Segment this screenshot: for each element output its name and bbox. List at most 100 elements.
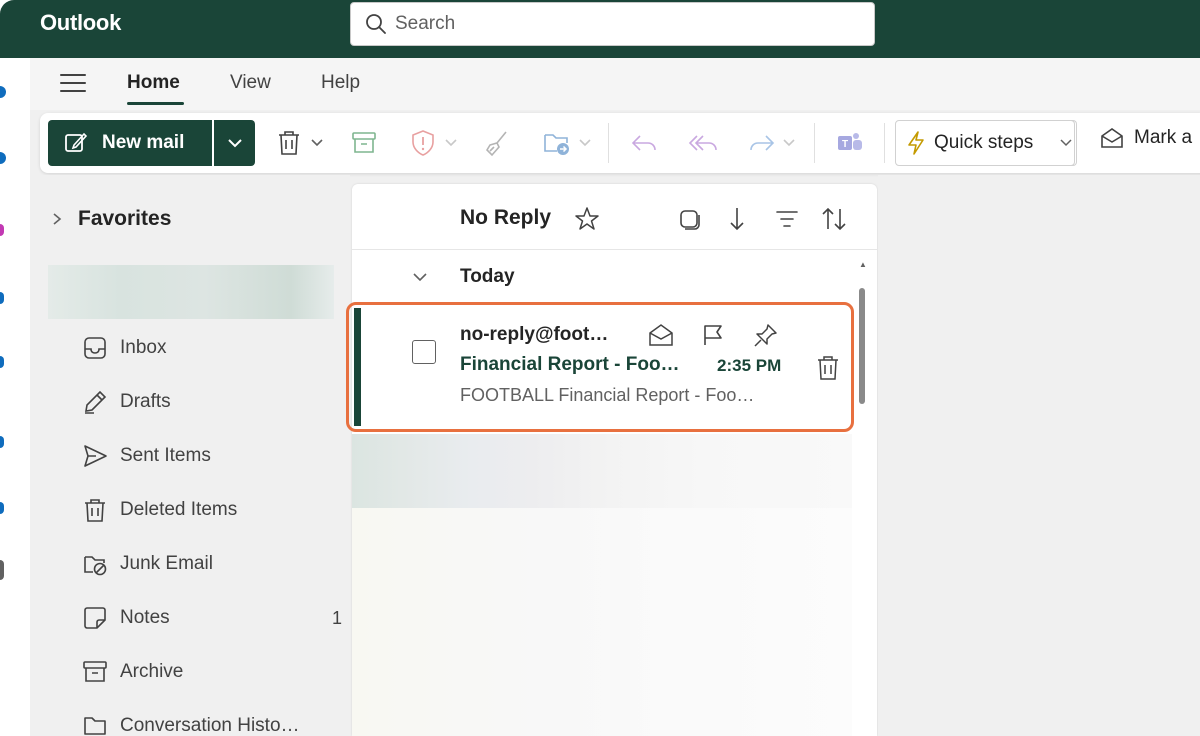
reply-all-button[interactable] xyxy=(688,127,718,159)
lightning-icon xyxy=(908,131,924,155)
message-item[interactable]: no-reply@foot… Financial Report - Foo… 2… xyxy=(352,308,852,426)
reading-pane xyxy=(878,175,1200,736)
scroll-up-arrow[interactable]: ▲ xyxy=(859,260,867,269)
teams-button[interactable]: T xyxy=(836,127,864,159)
tab-help[interactable]: Help xyxy=(321,72,360,94)
rail-calendar-icon[interactable] xyxy=(0,152,6,164)
message-list: No Reply Today no-reply@foot… Financial … xyxy=(352,184,877,736)
trash-icon xyxy=(279,131,299,155)
select-icon[interactable] xyxy=(678,208,702,232)
chevron-down-icon xyxy=(445,139,457,147)
mark-all-read-button[interactable]: Mark a xyxy=(1100,127,1192,149)
folder-label: Drafts xyxy=(120,391,171,412)
new-mail-label: New mail xyxy=(102,132,185,153)
forward-button[interactable] xyxy=(748,127,796,159)
ribbon-tabs: Home View Help xyxy=(30,58,1200,110)
rail-people-icon[interactable] xyxy=(0,224,4,236)
message-preview: FOOTBALL Financial Report - Foo… xyxy=(460,385,755,405)
envelope-open-icon xyxy=(1101,128,1123,148)
folder-icon xyxy=(84,717,106,735)
rail-more-icon[interactable] xyxy=(0,560,4,580)
reply-button[interactable] xyxy=(630,127,658,159)
group-label: Today xyxy=(460,266,515,287)
folder-label: Sent Items xyxy=(120,445,211,466)
trash-icon xyxy=(85,499,105,522)
junk-icon xyxy=(84,556,107,576)
delete-button[interactable] xyxy=(276,127,324,159)
trash-icon[interactable] xyxy=(816,355,840,381)
folder-deleted-items[interactable]: Deleted Items xyxy=(82,493,342,527)
redacted-messages xyxy=(352,434,852,736)
report-button[interactable] xyxy=(410,127,458,159)
tab-view[interactable]: View xyxy=(230,72,271,94)
sweep-button[interactable] xyxy=(484,127,512,159)
message-list-header: No Reply xyxy=(352,184,877,250)
compose-icon xyxy=(65,132,88,152)
folder-label: Notes xyxy=(120,607,170,628)
folder-inbox[interactable]: Inbox xyxy=(82,331,342,365)
folder-archive[interactable]: Archive xyxy=(82,655,342,689)
ribbon-separator xyxy=(814,123,815,163)
ribbon-toolbar: New mail T Quick steps Mark a xyxy=(40,113,1200,173)
search-icon xyxy=(366,14,386,34)
unread-indicator xyxy=(354,308,361,426)
star-icon[interactable] xyxy=(574,206,600,232)
chevron-down-icon xyxy=(783,139,795,147)
app-rail xyxy=(0,0,30,736)
quick-steps-button[interactable]: Quick steps xyxy=(895,120,1075,166)
unread-count: 1 xyxy=(331,607,342,628)
search-box[interactable] xyxy=(350,2,875,46)
note-icon xyxy=(84,607,106,629)
folder-pane: Favorites Inbox Drafts Sent Items Delete… xyxy=(30,175,350,736)
scroll-thumb[interactable] xyxy=(859,288,865,404)
folder-sent-items[interactable]: Sent Items xyxy=(82,439,342,473)
message-list-scrollbar[interactable]: ▲ xyxy=(857,260,867,736)
jump-to-icon[interactable] xyxy=(728,206,746,232)
message-checkbox[interactable] xyxy=(412,340,436,364)
folder-junk-email[interactable]: Junk Email xyxy=(82,547,342,581)
quick-steps-dropdown[interactable] xyxy=(1055,120,1077,166)
favorites-header[interactable]: Favorites xyxy=(52,207,171,231)
rail-todo-icon[interactable] xyxy=(0,356,4,368)
mark-read-icon[interactable] xyxy=(648,323,674,347)
chevron-right-icon xyxy=(53,213,62,225)
hamburger-menu-icon[interactable] xyxy=(60,74,86,94)
folder-notes[interactable]: Notes 1 xyxy=(82,601,342,635)
shield-icon xyxy=(412,130,434,156)
pin-icon[interactable] xyxy=(752,323,778,349)
search-input[interactable] xyxy=(395,13,835,35)
redacted-account xyxy=(48,265,334,319)
folder-label: Archive xyxy=(120,661,184,682)
rail-groups-icon[interactable] xyxy=(0,292,4,304)
archive-icon xyxy=(83,661,107,682)
archive-button[interactable] xyxy=(350,127,378,159)
new-mail-dropdown[interactable] xyxy=(214,120,255,166)
filter-icon[interactable] xyxy=(776,210,798,228)
tab-home[interactable]: Home xyxy=(127,72,180,94)
chevron-down-icon xyxy=(311,139,323,147)
folder-conversation-history[interactable]: Conversation Histo… xyxy=(82,709,342,736)
teams-icon: T xyxy=(838,133,862,150)
ribbon-separator xyxy=(884,123,885,163)
folder-label: Junk Email xyxy=(120,553,213,574)
folder-drafts[interactable]: Drafts xyxy=(82,385,342,419)
message-time: 2:35 PM xyxy=(717,356,782,375)
move-to-button[interactable] xyxy=(542,127,592,159)
rail-mail-icon[interactable] xyxy=(0,86,6,98)
send-icon xyxy=(84,445,107,467)
rail-apps-icon[interactable] xyxy=(0,502,4,514)
folder-label: Conversation Histo… xyxy=(120,715,300,736)
chevron-down-icon xyxy=(1059,139,1072,147)
message-subject: Financial Report - Foo… xyxy=(460,354,680,375)
svg-text:T: T xyxy=(842,139,848,150)
rail-onedrive-icon[interactable] xyxy=(0,436,4,448)
message-sender: no-reply@foot… xyxy=(460,324,609,345)
flag-icon[interactable] xyxy=(702,323,724,347)
sort-icon[interactable] xyxy=(820,206,848,232)
group-header-today[interactable]: Today xyxy=(412,266,515,288)
archive-icon xyxy=(352,132,376,153)
new-mail-button[interactable]: New mail xyxy=(48,120,212,166)
chevron-down-icon xyxy=(413,273,427,282)
reply-all-icon xyxy=(688,135,717,151)
reply-icon xyxy=(631,135,656,151)
